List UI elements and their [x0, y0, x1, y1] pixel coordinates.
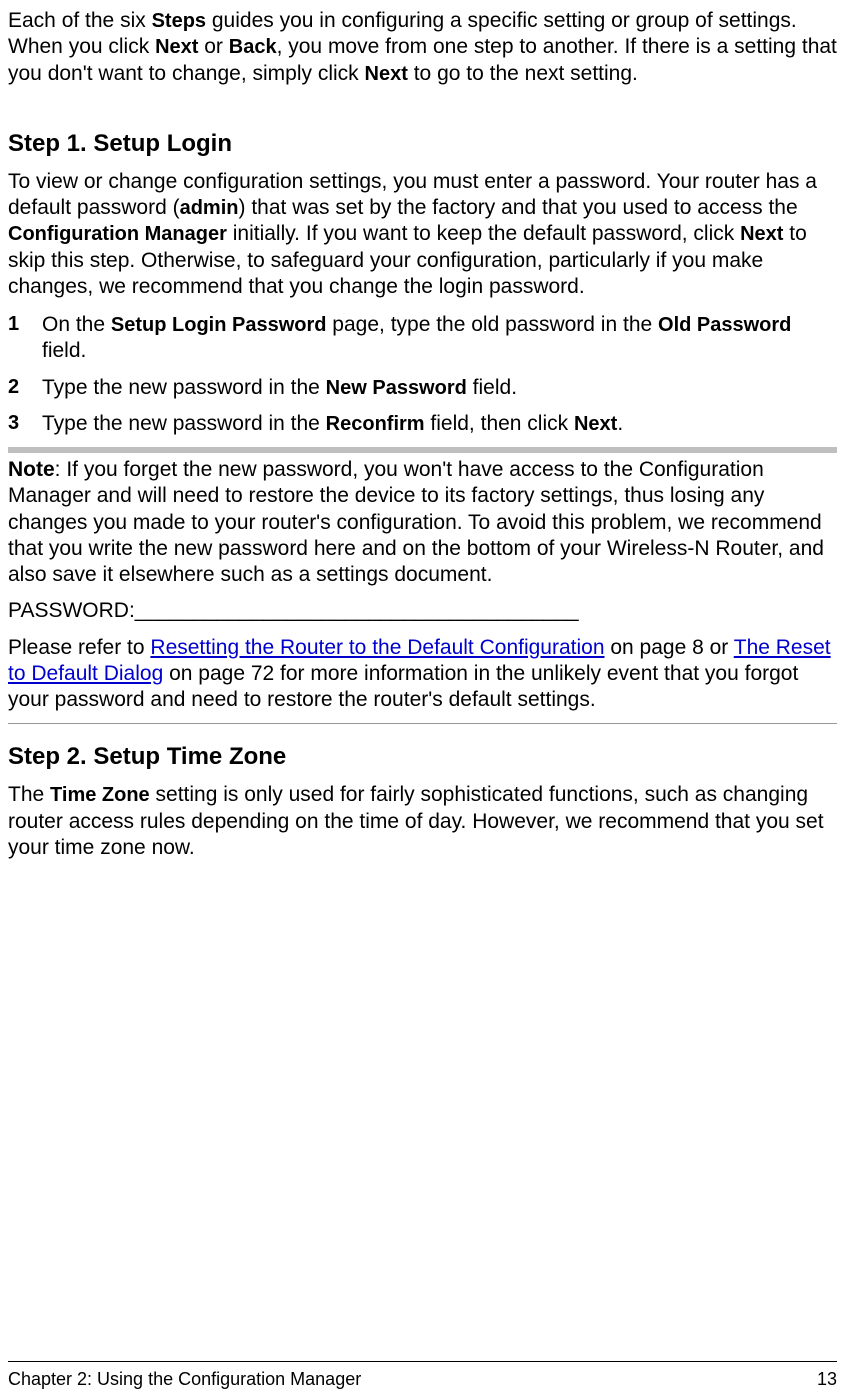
text: initially. If you want to keep the defau…	[227, 222, 740, 245]
list-number: 1	[8, 312, 42, 365]
bold-back: Back	[229, 36, 277, 58]
bold-next: Next	[155, 36, 198, 58]
text: Please refer to	[8, 636, 150, 659]
bold: Next	[574, 413, 617, 435]
step1-heading: Step 1. Setup Login	[8, 129, 837, 159]
footer-chapter: Chapter 2: Using the Configuration Manag…	[8, 1368, 361, 1391]
text: Each of the six	[8, 9, 152, 32]
intro-paragraph: Each of the six Steps guides you in conf…	[8, 8, 837, 87]
password-line: PASSWORD:_______________________________…	[8, 598, 837, 624]
text: Type the new password in the	[42, 376, 326, 399]
bold-admin: admin	[180, 197, 239, 219]
text: on page 8 or	[605, 636, 734, 659]
page-footer: Chapter 2: Using the Configuration Manag…	[8, 1361, 837, 1391]
note-body: : If you forget the new password, you wo…	[8, 458, 824, 586]
step2-heading: Step 2. Setup Time Zone	[8, 742, 837, 772]
list-text: Type the new password in the New Passwor…	[42, 375, 517, 401]
link-reset-default-config[interactable]: Resetting the Router to the Default Conf…	[150, 636, 604, 659]
text: or	[198, 35, 228, 58]
text: to go to the next setting.	[408, 62, 638, 85]
note-label: Note	[8, 458, 55, 481]
bold-steps: Steps	[152, 10, 206, 32]
note-refs: Please refer to Resetting the Router to …	[8, 635, 837, 714]
text: ) that was set by the factory and that y…	[239, 196, 798, 219]
bold-next: Next	[740, 223, 783, 245]
list-text: On the Setup Login Password page, type t…	[42, 312, 837, 365]
list-number: 2	[8, 375, 42, 401]
text: field.	[42, 339, 86, 362]
text: Type the new password in the	[42, 412, 326, 435]
step1-ordered-list: 1 On the Setup Login Password page, type…	[8, 312, 837, 437]
bold: New Password	[326, 377, 467, 399]
list-text: Type the new password in the Reconfirm f…	[42, 411, 623, 437]
note-block: Note: If you forget the new password, yo…	[8, 453, 837, 724]
bold-timezone: Time Zone	[50, 784, 150, 806]
step2-paragraph: The Time Zone setting is only used for f…	[8, 782, 837, 861]
text: The	[8, 783, 50, 806]
list-number: 3	[8, 411, 42, 437]
text: On the	[42, 313, 111, 336]
bold: Setup Login Password	[111, 314, 327, 336]
list-item: 3 Type the new password in the Reconfirm…	[8, 411, 837, 437]
bold-next: Next	[365, 63, 408, 85]
note-paragraph: Note: If you forget the new password, yo…	[8, 457, 837, 588]
text: field.	[467, 376, 517, 399]
text: page, type the old password in the	[326, 313, 658, 336]
text: .	[617, 412, 623, 435]
bold: Reconfirm	[326, 413, 425, 435]
bold-cfgmgr: Configuration Manager	[8, 223, 227, 245]
footer-page-number: 13	[817, 1368, 837, 1391]
text: field, then click	[425, 412, 574, 435]
list-item: 1 On the Setup Login Password page, type…	[8, 312, 837, 365]
list-item: 2 Type the new password in the New Passw…	[8, 375, 837, 401]
bold: Old Password	[658, 314, 791, 336]
step1-paragraph: To view or change configuration settings…	[8, 169, 837, 300]
